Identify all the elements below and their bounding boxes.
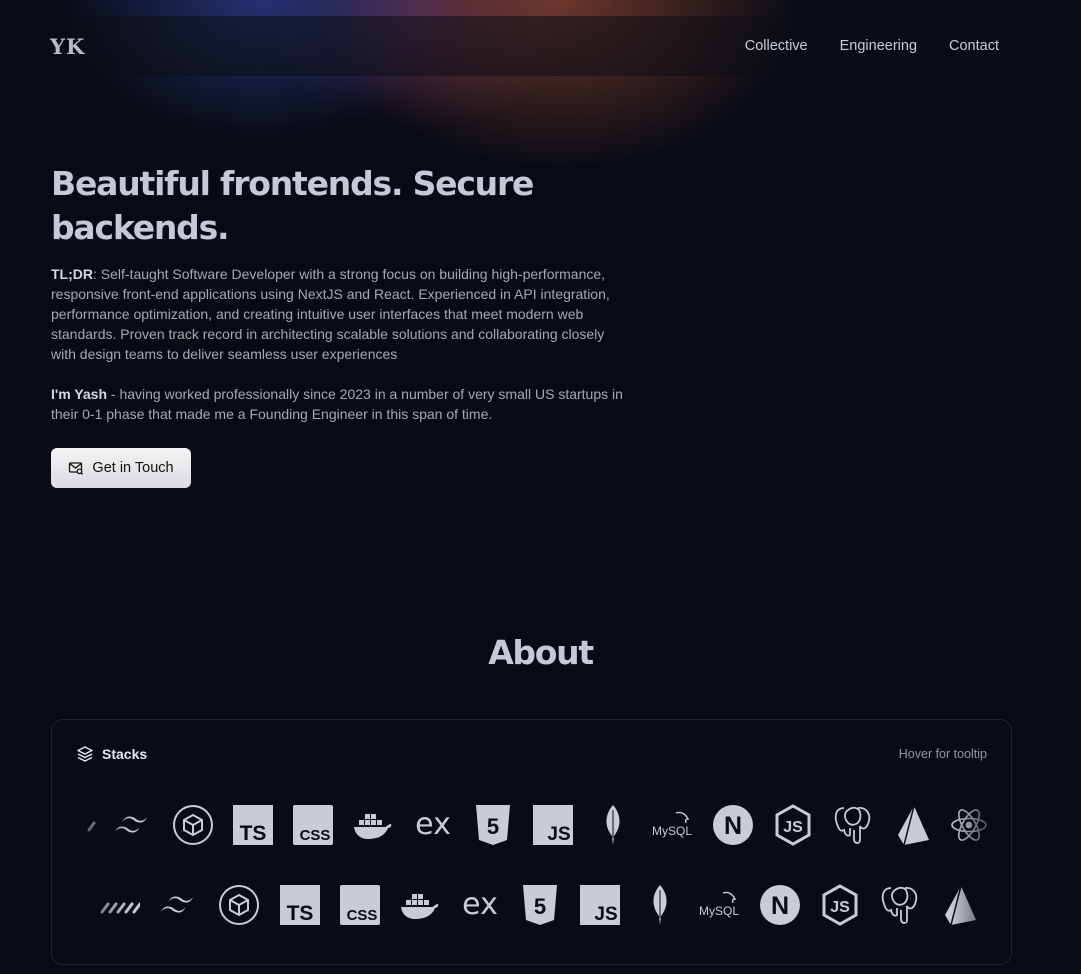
express-label: ex [462, 887, 498, 922]
js-label: JS [594, 904, 617, 925]
stack-row-2: TS CSS ex 5 JS MySQL N JS [52, 884, 1011, 928]
intro-text: - having worked professionally since 202… [51, 386, 623, 422]
mysql-label: MySQL [652, 824, 692, 838]
js-label: JS [547, 824, 570, 845]
ts-label: TS [287, 902, 314, 925]
marquee-fade-right [951, 780, 1011, 960]
node-label: JS [783, 819, 803, 836]
get-in-touch-button[interactable]: Get in Touch [51, 448, 191, 488]
stack-row-1: TS CSS ex 5 JS MySQL N JS [52, 804, 1011, 848]
nextjs-label: N [771, 892, 789, 920]
nodejs-icon[interactable]: JS [819, 884, 861, 926]
prisma-icon[interactable] [892, 804, 934, 846]
tldr-text: : Self-taught Software Developer with a … [51, 266, 610, 362]
ts-label: TS [240, 822, 267, 845]
about-title: About [488, 633, 594, 672]
css-label: CSS [300, 827, 331, 844]
css-icon[interactable]: CSS [339, 884, 381, 926]
docker-icon[interactable] [399, 884, 441, 926]
tailwind-icon[interactable] [158, 884, 200, 926]
stacks-heading: Stacks [76, 745, 147, 763]
javascript-icon[interactable]: JS [579, 884, 621, 926]
nextjs-icon[interactable]: N [759, 884, 801, 926]
nav-link-engineering[interactable]: Engineering [840, 38, 917, 54]
javascript-icon[interactable]: JS [532, 804, 574, 846]
stacks-title: Stacks [102, 746, 148, 762]
mail-search-icon [69, 462, 84, 475]
hero-title: Beautiful frontends. Secure backends. [51, 164, 534, 247]
postgresql-icon[interactable] [879, 884, 921, 926]
node-label: JS [830, 899, 850, 916]
layers-icon [77, 746, 93, 762]
html-label: 5 [534, 894, 546, 919]
mysql-label: MySQL [699, 904, 739, 918]
express-label: ex [415, 807, 451, 842]
mongodb-icon[interactable] [592, 804, 634, 846]
nav-links: Collective Engineering Contact [745, 38, 999, 54]
docker-icon[interactable] [352, 804, 394, 846]
typescript-icon[interactable]: TS [232, 804, 274, 846]
postgresql-icon[interactable] [832, 804, 874, 846]
typescript-icon[interactable]: TS [279, 884, 321, 926]
codesandbox-icon[interactable] [218, 884, 260, 926]
marquee-fade-left [52, 780, 132, 960]
html-label: 5 [487, 814, 499, 839]
codesandbox-icon[interactable] [172, 804, 214, 846]
html5-icon[interactable]: 5 [519, 884, 561, 926]
navbar: YK Collective Engineering Contact [20, 16, 1042, 76]
css-label: CSS [347, 907, 378, 924]
tldr-label: TL;DR [51, 266, 93, 282]
css-icon[interactable]: CSS [292, 804, 334, 846]
mysql-icon[interactable]: MySQL [650, 804, 698, 846]
intro-label: I'm Yash [51, 386, 107, 402]
nav-link-collective[interactable]: Collective [745, 38, 808, 54]
tldr-paragraph: TL;DR: Self-taught Software Developer wi… [51, 264, 626, 364]
cta-label: Get in Touch [92, 460, 174, 476]
nav-link-contact[interactable]: Contact [949, 38, 999, 54]
mysql-icon[interactable]: MySQL [697, 884, 745, 926]
tooltip-hint: Hover for tooltip [898, 747, 987, 761]
logo[interactable]: YK [50, 34, 85, 59]
express-icon[interactable]: ex [412, 804, 454, 846]
stacks-card: Stacks Hover for tooltip TS CSS ex 5 JS … [51, 719, 1012, 965]
express-icon[interactable]: ex [459, 884, 501, 926]
nodejs-icon[interactable]: JS [772, 804, 814, 846]
html5-icon[interactable]: 5 [472, 804, 514, 846]
mongodb-icon[interactable] [639, 884, 681, 926]
intro-paragraph: I'm Yash - having worked professionally … [51, 384, 626, 424]
nextjs-icon[interactable]: N [712, 804, 754, 846]
nextjs-label: N [724, 812, 742, 840]
stacks-card-header: Stacks Hover for tooltip [76, 745, 987, 763]
